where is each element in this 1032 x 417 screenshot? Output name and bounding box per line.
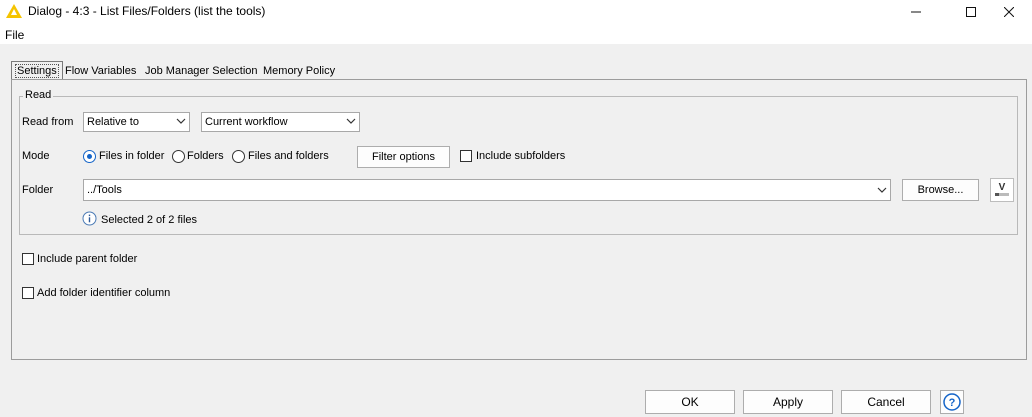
folder-path-value: ../Tools bbox=[87, 184, 122, 196]
apply-button[interactable]: Apply bbox=[743, 390, 833, 414]
tab-memory-policy[interactable]: Memory Policy bbox=[260, 63, 338, 79]
svg-text:?: ? bbox=[949, 397, 956, 409]
knime-logo-icon bbox=[6, 4, 22, 18]
mode-label: Mode bbox=[22, 150, 50, 162]
tab-settings[interactable]: Settings bbox=[11, 61, 63, 80]
add-folder-identifier-checkbox[interactable] bbox=[22, 287, 34, 299]
menu-bar: File bbox=[0, 24, 1032, 44]
title-bar: Dialog - 4:3 - List Files/Folders (list … bbox=[0, 0, 1032, 24]
info-icon bbox=[82, 211, 97, 226]
read-from-dropdown[interactable]: Relative to bbox=[83, 112, 190, 132]
close-button[interactable] bbox=[986, 0, 1032, 24]
radio-folders[interactable] bbox=[172, 150, 185, 163]
chevron-down-icon bbox=[346, 118, 356, 124]
relative-to-value: Current workflow bbox=[205, 116, 288, 128]
radio-files-in-folder[interactable] bbox=[83, 150, 96, 163]
relative-to-dropdown[interactable]: Current workflow bbox=[201, 112, 360, 132]
chevron-down-icon bbox=[176, 118, 186, 124]
folder-path-input[interactable]: ../Tools bbox=[83, 179, 891, 201]
filter-options-button[interactable]: Filter options bbox=[357, 146, 450, 168]
include-parent-folder-label: Include parent folder bbox=[37, 253, 138, 265]
radio-files-and-folders-label: Files and folders bbox=[248, 150, 329, 162]
minimize-button[interactable] bbox=[893, 0, 939, 24]
menu-file[interactable]: File bbox=[5, 28, 24, 42]
minimize-icon bbox=[911, 11, 921, 13]
svg-text:V: V bbox=[999, 182, 1006, 193]
window-title: Dialog - 4:3 - List Files/Folders (list … bbox=[28, 4, 266, 18]
tab-settings-label: Settings bbox=[15, 64, 59, 78]
flow-variable-icon: V bbox=[995, 182, 1009, 196]
read-from-label: Read from bbox=[22, 116, 74, 128]
maximize-icon bbox=[966, 7, 976, 17]
include-subfolders-checkbox[interactable] bbox=[460, 150, 472, 162]
read-from-value: Relative to bbox=[87, 116, 139, 128]
read-group-label: Read bbox=[23, 89, 54, 101]
browse-button[interactable]: Browse... bbox=[902, 179, 979, 201]
radio-files-in-folder-label: Files in folder bbox=[99, 150, 165, 162]
flow-variable-button[interactable]: V bbox=[990, 178, 1014, 202]
selected-files-status: Selected 2 of 2 files bbox=[101, 214, 198, 226]
ok-button[interactable]: OK bbox=[645, 390, 735, 414]
add-folder-identifier-label: Add folder identifier column bbox=[37, 287, 171, 299]
radio-files-and-folders[interactable] bbox=[232, 150, 245, 163]
close-icon bbox=[1004, 7, 1014, 17]
include-parent-folder-checkbox[interactable] bbox=[22, 253, 34, 265]
radio-folders-label: Folders bbox=[187, 150, 224, 162]
help-button[interactable]: ? bbox=[940, 390, 964, 414]
chevron-down-icon bbox=[877, 187, 887, 193]
folder-label: Folder bbox=[22, 184, 54, 196]
tab-flow-variables[interactable]: Flow Variables bbox=[62, 63, 139, 79]
include-subfolders-label: Include subfolders bbox=[476, 150, 566, 162]
help-icon: ? bbox=[943, 393, 961, 411]
tab-job-manager-selection[interactable]: Job Manager Selection bbox=[142, 63, 261, 79]
cancel-button[interactable]: Cancel bbox=[841, 390, 931, 414]
